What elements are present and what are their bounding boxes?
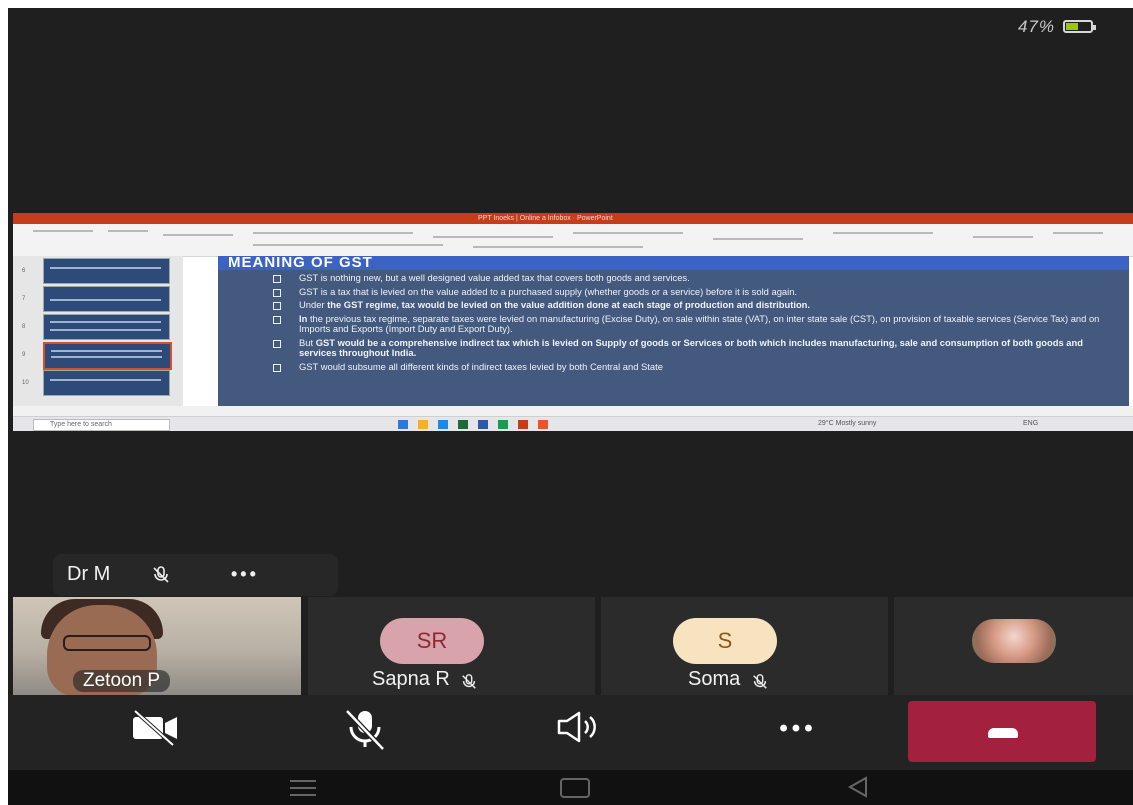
participant-tile[interactable] (894, 597, 1133, 695)
taskbar-app-icon (498, 420, 508, 429)
back-icon[interactable] (846, 776, 870, 798)
participant-video: Zetoon P (13, 597, 301, 695)
bullet-item: GST would subsume all different kinds of… (273, 361, 1118, 373)
mic-off-icon (151, 565, 171, 588)
windows-taskbar: Type here to search 29°C Mostly sunny EN… (13, 416, 1133, 431)
camera-toggle-button[interactable] (110, 707, 200, 757)
slide-title: MEANING OF GST (228, 254, 373, 271)
shared-screen[interactable]: PPT Inoeks | Online a Infobox · PowerPoi… (13, 213, 1133, 431)
taskbar-lang: ENG (1023, 420, 1039, 427)
avatar: SR (380, 618, 484, 664)
ppt-status-bar (13, 406, 1133, 416)
bullet-item: In the previous tax regime, separate tax… (273, 313, 1118, 335)
slide-bullets: GST is nothing new, but a well designed … (273, 272, 1118, 375)
bullet-item: GST is a tax that is levied on the value… (273, 286, 1118, 298)
battery-icon (1063, 20, 1096, 33)
phone-screen: 47% PPT Inoeks | Online a Infobox · Powe… (8, 8, 1133, 805)
participant-name: Dr M (67, 563, 111, 585)
ppt-ribbon (13, 224, 1133, 257)
taskbar-weather: 29°C Mostly sunny (818, 420, 877, 427)
taskbar-app-icon (458, 420, 468, 429)
slide-header: MEANING OF GST (218, 254, 1129, 271)
bullet-item: But GST would be a comprehensive indirec… (273, 337, 1118, 359)
participant-tile[interactable]: S Soma (601, 597, 888, 695)
hang-up-button[interactable] (908, 701, 1096, 762)
pinned-participant-chip[interactable]: Dr M ••• (53, 554, 338, 596)
slide-thumbnail[interactable] (43, 370, 170, 396)
participant-name: Zetoon P (73, 670, 171, 692)
slide-number: 10 (22, 380, 29, 386)
participant-tile-video[interactable]: Zetoon P (13, 597, 301, 695)
slide-number: 6 (22, 268, 26, 274)
bullet-item: Under the GST regime, tax would be levie… (273, 299, 1118, 311)
speaker-button[interactable] (536, 707, 626, 757)
speaker-icon (557, 711, 596, 743)
slide-thumbnail[interactable] (43, 258, 170, 284)
taskbar-search: Type here to search (33, 419, 170, 431)
mic-off-icon (751, 673, 769, 695)
more-options-button[interactable]: ••• (231, 564, 259, 585)
call-controls: ••• (8, 695, 1133, 770)
slide-number: 9 (22, 352, 26, 358)
slide-thumbnail[interactable] (43, 314, 170, 340)
participant-name: Soma (688, 668, 741, 690)
avatar-photo (972, 619, 1056, 663)
mic-off-icon (460, 673, 478, 695)
slide-thumbnail[interactable] (43, 286, 170, 312)
taskbar-app-icon (398, 420, 408, 429)
bullet-item: GST is nothing new, but a well designed … (273, 272, 1118, 284)
current-slide: MEANING OF GST GST is nothing new, but a… (218, 254, 1129, 406)
taskbar-app-icon (418, 420, 428, 429)
camera-off-icon (133, 709, 177, 747)
navigation-bar (8, 770, 1133, 805)
recent-apps-button[interactable] (290, 780, 316, 796)
participant-name: Sapna R (372, 668, 450, 690)
more-options-button[interactable]: ••• (753, 715, 843, 765)
phone-hangup-icon (988, 728, 1018, 738)
slide-thumbnails[interactable]: 6 7 8 9 10 (13, 256, 183, 406)
taskbar-app-icon (538, 420, 548, 429)
battery-percent: 47% (1017, 17, 1055, 36)
slide-thumbnail-selected[interactable] (43, 342, 172, 370)
avatar: S (673, 618, 777, 664)
microphone-toggle-button[interactable] (320, 707, 410, 757)
home-button[interactable] (560, 778, 590, 798)
slide-number: 7 (22, 296, 26, 302)
taskbar-app-icon (438, 420, 448, 429)
taskbar-app-icon (518, 420, 528, 429)
status-bar: 47% (8, 8, 1133, 42)
mic-off-icon (345, 709, 385, 751)
ppt-title-bar: PPT Inoeks | Online a Infobox · PowerPoi… (13, 213, 1133, 224)
slide-number: 8 (22, 324, 26, 330)
ppt-window-title: PPT Inoeks | Online a Infobox · PowerPoi… (478, 215, 613, 222)
participant-tile[interactable]: SR Sapna R (308, 597, 595, 695)
taskbar-app-icon (478, 420, 488, 429)
